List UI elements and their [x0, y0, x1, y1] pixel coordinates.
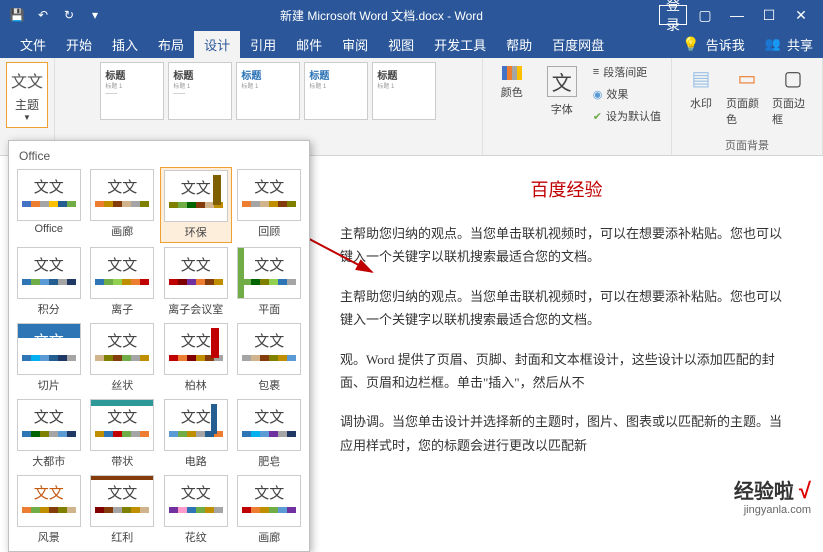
watermark-url: jingyanla.com [734, 504, 811, 516]
quick-access-toolbar: 💾 ↶ ↻ ▾ [8, 6, 104, 24]
check-icon: ✔ [593, 110, 602, 123]
theme-item-ion[interactable]: 文文离子 [87, 245, 159, 319]
effects-button[interactable]: ◉效果 [589, 84, 665, 104]
effects-icon: ◉ [593, 88, 603, 101]
undo-icon[interactable]: ↶ [34, 6, 52, 24]
page-color-button[interactable]: ▭页面颜色 [724, 62, 770, 131]
set-default-button[interactable]: ✔设为默认值 [589, 106, 665, 126]
watermark-text: 经验啦 [734, 481, 794, 503]
watermark-icon: ▤ [692, 66, 711, 91]
page-background-group: ▤水印 ▭页面颜色 ▢页面边框 页面背景 [672, 58, 823, 155]
window-title: 新建 Microsoft Word 文档.docx - Word [104, 7, 659, 24]
theme-item-dividend[interactable]: 文文红利 [87, 473, 159, 547]
theme-item-wisp[interactable]: 文文丝状 [87, 321, 159, 395]
page-borders-button[interactable]: ▢页面边框 [770, 62, 816, 131]
window-controls: 登录 ▢ — ☐ ✕ [659, 5, 815, 25]
colors-button[interactable]: 颜色 [489, 62, 535, 104]
tab-mailings[interactable]: 邮件 [286, 31, 332, 58]
document-paragraph: 观。Word 提供了页眉、页脚、封面和文本框设计，这些设计以添加匹配的封面、页眉… [340, 348, 793, 395]
theme-item-landscape[interactable]: 文文风景 [13, 473, 85, 547]
theme-item-berlin[interactable]: 文文柏林 [160, 321, 232, 395]
theme-item-ion-boardroom[interactable]: 文文离子会议室 [160, 245, 232, 319]
style-thumb[interactable]: 标题标题 1—— [168, 62, 232, 120]
close-icon[interactable]: ✕ [787, 5, 815, 25]
paragraph-spacing-icon: ≡ [593, 66, 599, 78]
share-label[interactable]: 共享 [787, 35, 813, 54]
check-icon: √ [799, 478, 811, 503]
save-icon[interactable]: 💾 [8, 6, 26, 24]
theme-item-banded[interactable]: 文文带状 [87, 397, 159, 471]
ribbon-tabs: 文件 开始 插入 布局 设计 引用 邮件 审阅 视图 开发工具 帮助 百度网盘 … [0, 30, 823, 58]
style-thumb[interactable]: 标题标题 1 [372, 62, 436, 120]
document-paragraph: 主帮助您归纳的观点。当您单击联机视频时，可以在想要添补粘贴。您也可以键入一个关键… [340, 285, 793, 332]
tellme-label[interactable]: 告诉我 [706, 35, 745, 54]
ribbon-options-icon[interactable]: ▢ [691, 5, 719, 25]
login-button[interactable]: 登录 [659, 5, 687, 25]
colors-icon [502, 66, 522, 80]
themes-dropdown: Office 文文Office 文文画廊 文文环保 文文回顾 文文积分 文文离子… [8, 140, 310, 552]
tab-file[interactable]: 文件 [10, 31, 56, 58]
style-thumb[interactable]: 标题标题 1—— [100, 62, 164, 120]
theme-item-pattern[interactable]: 文文花纹 [160, 473, 232, 547]
tab-home[interactable]: 开始 [56, 31, 102, 58]
maximize-icon[interactable]: ☐ [755, 5, 783, 25]
style-thumb[interactable]: 标题标题 1 [236, 62, 300, 120]
tab-help[interactable]: 帮助 [496, 31, 542, 58]
themes-icon: 文文 [11, 68, 43, 92]
themes-dropdown-header: Office [13, 145, 305, 167]
site-watermark: 经验啦 √ jingyanla.com [734, 475, 811, 516]
theme-item-office[interactable]: 文文Office [13, 167, 85, 243]
fonts-icon: 文 [547, 66, 577, 97]
title-bar: 💾 ↶ ↻ ▾ 新建 Microsoft Word 文档.docx - Word… [0, 0, 823, 30]
tab-view[interactable]: 视图 [378, 31, 424, 58]
theme-item-parcel[interactable]: 文文包裹 [234, 321, 306, 395]
themes-button[interactable]: 文文 主题 ▼ [6, 62, 48, 128]
style-gallery[interactable]: 标题标题 1—— 标题标题 1—— 标题标题 1 标题标题 1 标题标题 1 [100, 62, 436, 120]
watermark-button[interactable]: ▤水印 [678, 62, 724, 131]
theme-item-retrospect[interactable]: 文文回顾 [234, 167, 306, 243]
minimize-icon[interactable]: — [723, 5, 751, 25]
fonts-label: 字体 [551, 101, 573, 117]
tab-design[interactable]: 设计 [194, 31, 240, 58]
fonts-button[interactable]: 文 字体 [539, 62, 585, 121]
tab-layout[interactable]: 布局 [148, 31, 194, 58]
theme-item-slice[interactable]: 文文切片 [13, 321, 85, 395]
theme-item-soap[interactable]: 文文肥皂 [234, 397, 306, 471]
theme-item-facet[interactable]: 文文平面 [234, 245, 306, 319]
theme-item-circuit[interactable]: 文文电路 [160, 397, 232, 471]
tab-baidu[interactable]: 百度网盘 [542, 31, 614, 58]
tab-insert[interactable]: 插入 [102, 31, 148, 58]
qat-more-icon[interactable]: ▾ [86, 6, 104, 24]
document-paragraph: 调协调。当您单击设计并选择新的主题时，图片、图表或以匹配新的主题。当应用样式时，… [340, 410, 793, 457]
theme-item-environmental[interactable]: 文文环保 [160, 167, 232, 243]
document-title: 百度经验 [340, 176, 793, 202]
tab-developer[interactable]: 开发工具 [424, 31, 496, 58]
theme-item-gallery[interactable]: 文文画廊 [87, 167, 159, 243]
theme-item-integral[interactable]: 文文积分 [13, 245, 85, 319]
colors-fonts-group: 颜色 文 字体 ≡段落间距 ◉效果 ✔设为默认值 [483, 58, 672, 155]
tab-review[interactable]: 审阅 [332, 31, 378, 58]
effects-column: ≡段落间距 ◉效果 ✔设为默认值 [589, 62, 665, 126]
share-icon[interactable]: 👥 [765, 36, 781, 52]
document-paragraph: 主帮助您归纳的观点。当您单击联机视频时，可以在想要添补粘贴。您也可以键入一个关键… [340, 222, 793, 269]
paragraph-spacing-button[interactable]: ≡段落间距 [589, 62, 665, 82]
page-borders-icon: ▢ [784, 66, 803, 91]
redo-icon[interactable]: ↻ [60, 6, 78, 24]
theme-item-gallery2[interactable]: 文文画廊 [234, 473, 306, 547]
theme-item-metropolitan[interactable]: 文文大都市 [13, 397, 85, 471]
colors-label: 颜色 [501, 84, 523, 100]
themes-label: 主题 [15, 96, 39, 113]
page-background-label: 页面背景 [725, 137, 769, 153]
document-page: 百度经验 主帮助您归纳的观点。当您单击联机视频时，可以在想要添补粘贴。您也可以键… [310, 156, 823, 526]
themes-grid: 文文Office 文文画廊 文文环保 文文回顾 文文积分 文文离子 文文离子会议… [13, 167, 305, 547]
page-color-icon: ▭ [738, 66, 757, 91]
tellme-icon[interactable]: 💡 [682, 36, 699, 53]
tab-references[interactable]: 引用 [240, 31, 286, 58]
style-thumb[interactable]: 标题标题 1 [304, 62, 368, 120]
chevron-down-icon: ▼ [23, 113, 31, 122]
